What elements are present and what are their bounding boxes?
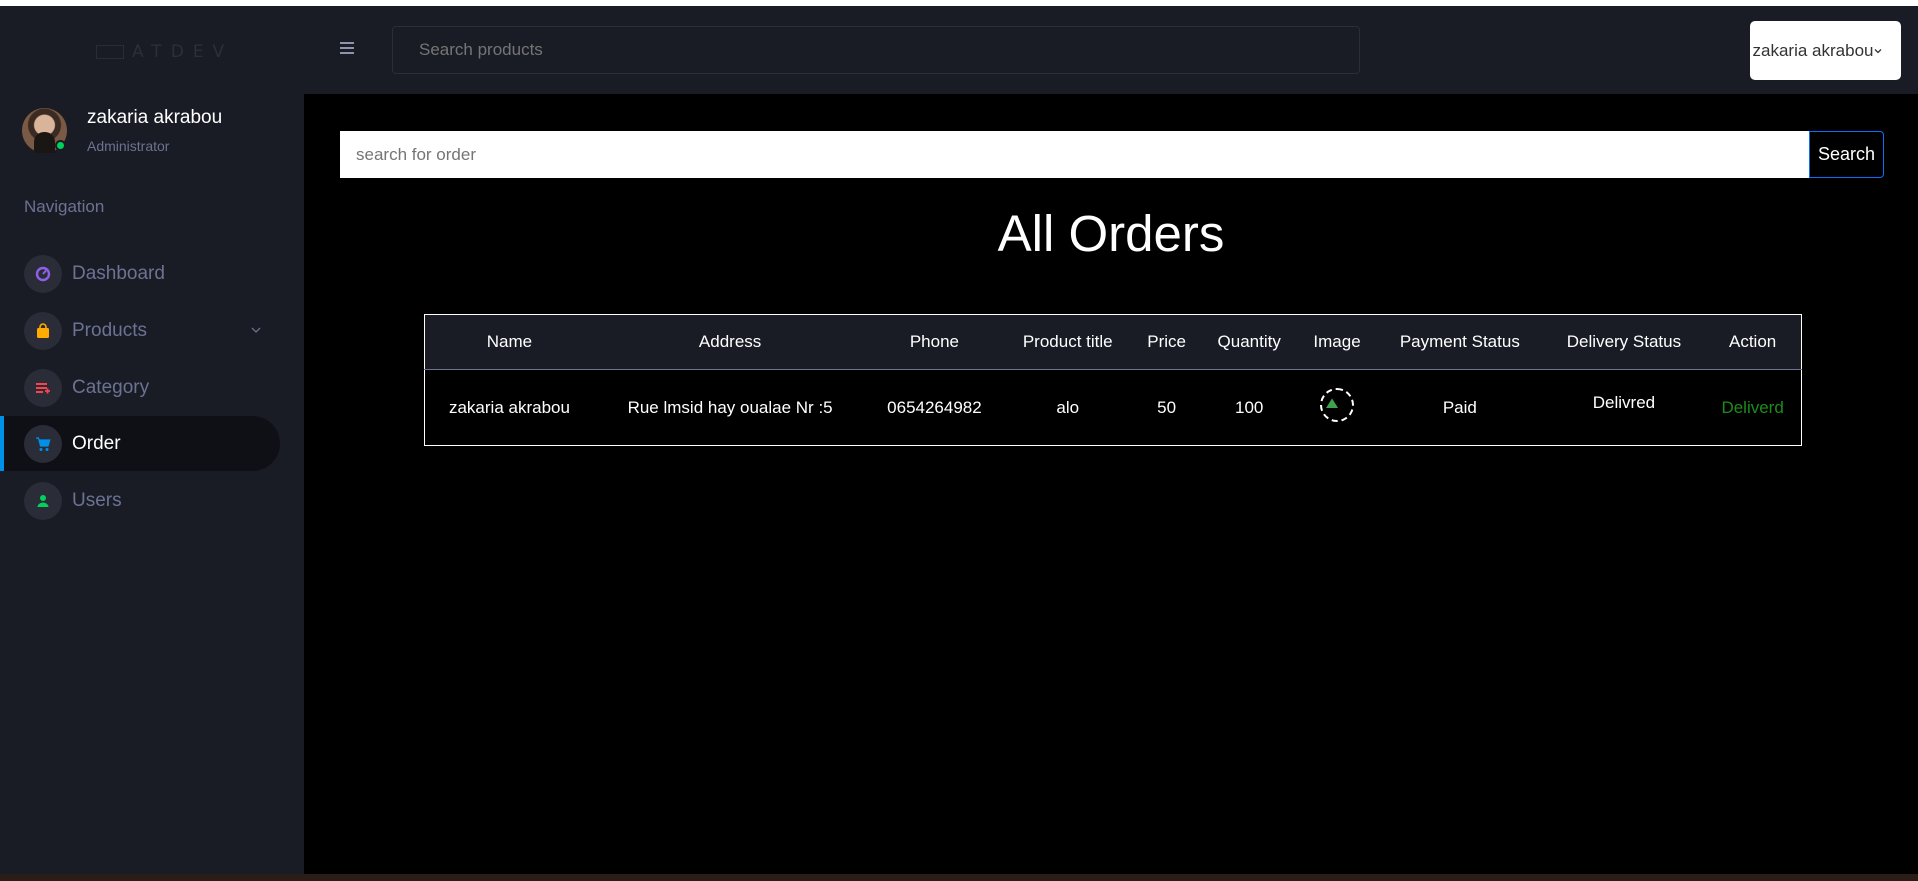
sidebar-item-label: Order [72, 432, 121, 454]
sidebar-item-label: Category [72, 376, 150, 398]
column-header-product-title: Product title [1002, 314, 1133, 370]
cart-icon [24, 424, 62, 463]
column-header-image: Image [1298, 314, 1377, 370]
user-dropdown[interactable]: zakaria akrabou [1750, 21, 1901, 80]
table-header-row: Name Address Phone Product title Price Q… [424, 314, 1802, 370]
cell-product-title: alo [1056, 397, 1080, 417]
column-header-quantity: Quantity [1200, 314, 1299, 370]
profile-role: Administrator [87, 138, 170, 154]
cell-name: zakaria akrabou [448, 397, 570, 417]
table-row: zakaria akrabou Rue lmsid hay oualae Nr … [425, 370, 1802, 446]
cell-quantity: 100 [1235, 397, 1264, 417]
column-header-action: Action [1704, 314, 1802, 370]
online-status-dot [55, 139, 66, 151]
column-header-price: Price [1132, 314, 1201, 370]
profile-card: zakaria akrabou Administrator [22, 106, 222, 154]
nav-section-title: Navigation [24, 197, 105, 216]
sidebar-item-label: Users [72, 489, 122, 511]
delivery-status-text: Delivred [1592, 392, 1656, 412]
avatar[interactable] [22, 107, 67, 153]
user-dropdown-name: zakaria akrabou [1752, 40, 1874, 60]
window-bottom-edge [0, 874, 1918, 881]
column-header-name: Name [424, 314, 594, 370]
chevron-down-icon[interactable] [250, 324, 262, 336]
speedometer-icon [24, 254, 62, 293]
cell-phone: 0654264982 [887, 397, 982, 417]
product-search-input[interactable] [392, 26, 1360, 74]
cell-delivery-status: Delivred [1544, 370, 1705, 446]
logo-text: ATDEV [132, 42, 234, 62]
main-content: Search All Orders Name Address Phone Pro… [304, 94, 1918, 874]
top-navbar: zakaria akrabou [304, 6, 1918, 94]
brand-logo[interactable]: ATDEV [96, 40, 233, 64]
cell-address: Rue lmsid hay oualae Nr :5 [627, 397, 833, 417]
column-header-phone: Phone [866, 314, 1003, 370]
avatar-figure [34, 131, 55, 153]
sidebar: ATDEV zakaria akrabou Administrator Navi… [0, 6, 304, 874]
orders-table: Name Address Phone Product title Price Q… [424, 314, 1802, 446]
user-icon [24, 481, 62, 520]
sidebar-item-order[interactable]: Order [0, 416, 280, 471]
cell-image [1298, 370, 1376, 446]
order-search-input[interactable] [340, 131, 1809, 178]
sidebar-item-dashboard[interactable]: Dashboard [0, 246, 280, 301]
search-button[interactable]: Search [1809, 131, 1884, 178]
menu-toggle-icon[interactable] [340, 42, 354, 57]
cell-payment-status: Paid [1442, 397, 1477, 417]
page-title: All Orders [997, 205, 1225, 262]
broken-image-icon [1320, 388, 1355, 422]
cell-price: 50 [1157, 397, 1177, 417]
chevron-down-icon [1874, 49, 1882, 54]
profile-name: zakaria akrabou [87, 107, 223, 128]
sidebar-item-category[interactable]: Category [0, 360, 280, 415]
column-header-delivery-status: Delivery Status [1543, 314, 1705, 370]
bag-icon [24, 311, 62, 350]
sidebar-item-label: Products [72, 319, 147, 341]
column-header-address: Address [593, 314, 867, 370]
list-icon [24, 368, 62, 407]
deliver-action-link[interactable]: Deliverd [1721, 398, 1783, 417]
sidebar-item-products[interactable]: Products [0, 303, 280, 358]
logo-mark-icon [96, 45, 124, 59]
sidebar-item-label: Dashboard [72, 262, 165, 284]
column-header-payment-status: Payment Status [1376, 314, 1544, 370]
cell-action: Deliverd [1704, 370, 1801, 446]
sidebar-item-users[interactable]: Users [0, 473, 280, 528]
